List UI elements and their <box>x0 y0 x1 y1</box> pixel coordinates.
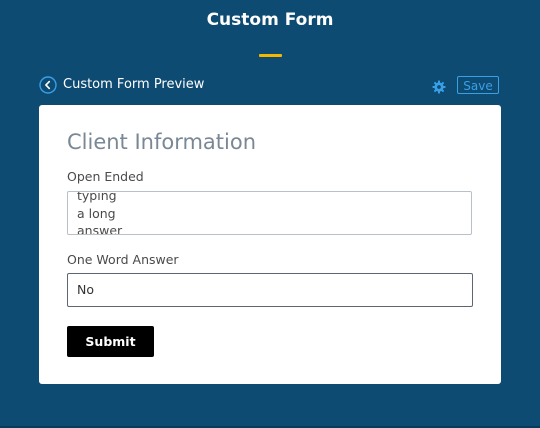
app-title: Custom Form <box>206 10 334 30</box>
app-frame: Custom Form Custom Form Preview Save Cli… <box>0 0 540 428</box>
open-ended-textarea[interactable]: typing a long answer <box>67 191 472 235</box>
open-ended-value: typing a long answer <box>77 191 123 235</box>
form-card: Client Information Open Ended typing a l… <box>39 105 501 384</box>
open-ended-label: Open Ended <box>67 169 144 184</box>
one-word-answer-input[interactable]: No <box>67 273 473 307</box>
one-word-answer-label: One Word Answer <box>67 252 179 267</box>
title-underline <box>259 54 282 57</box>
submit-button[interactable]: Submit <box>67 326 154 357</box>
preview-title: Custom Form Preview <box>63 77 205 92</box>
chevron-left-circle-icon[interactable] <box>39 76 57 94</box>
form-title: Client Information <box>67 130 257 154</box>
gear-icon[interactable] <box>432 79 446 94</box>
save-button[interactable]: Save <box>457 76 499 94</box>
preview-header: Custom Form Preview Save <box>39 76 501 96</box>
